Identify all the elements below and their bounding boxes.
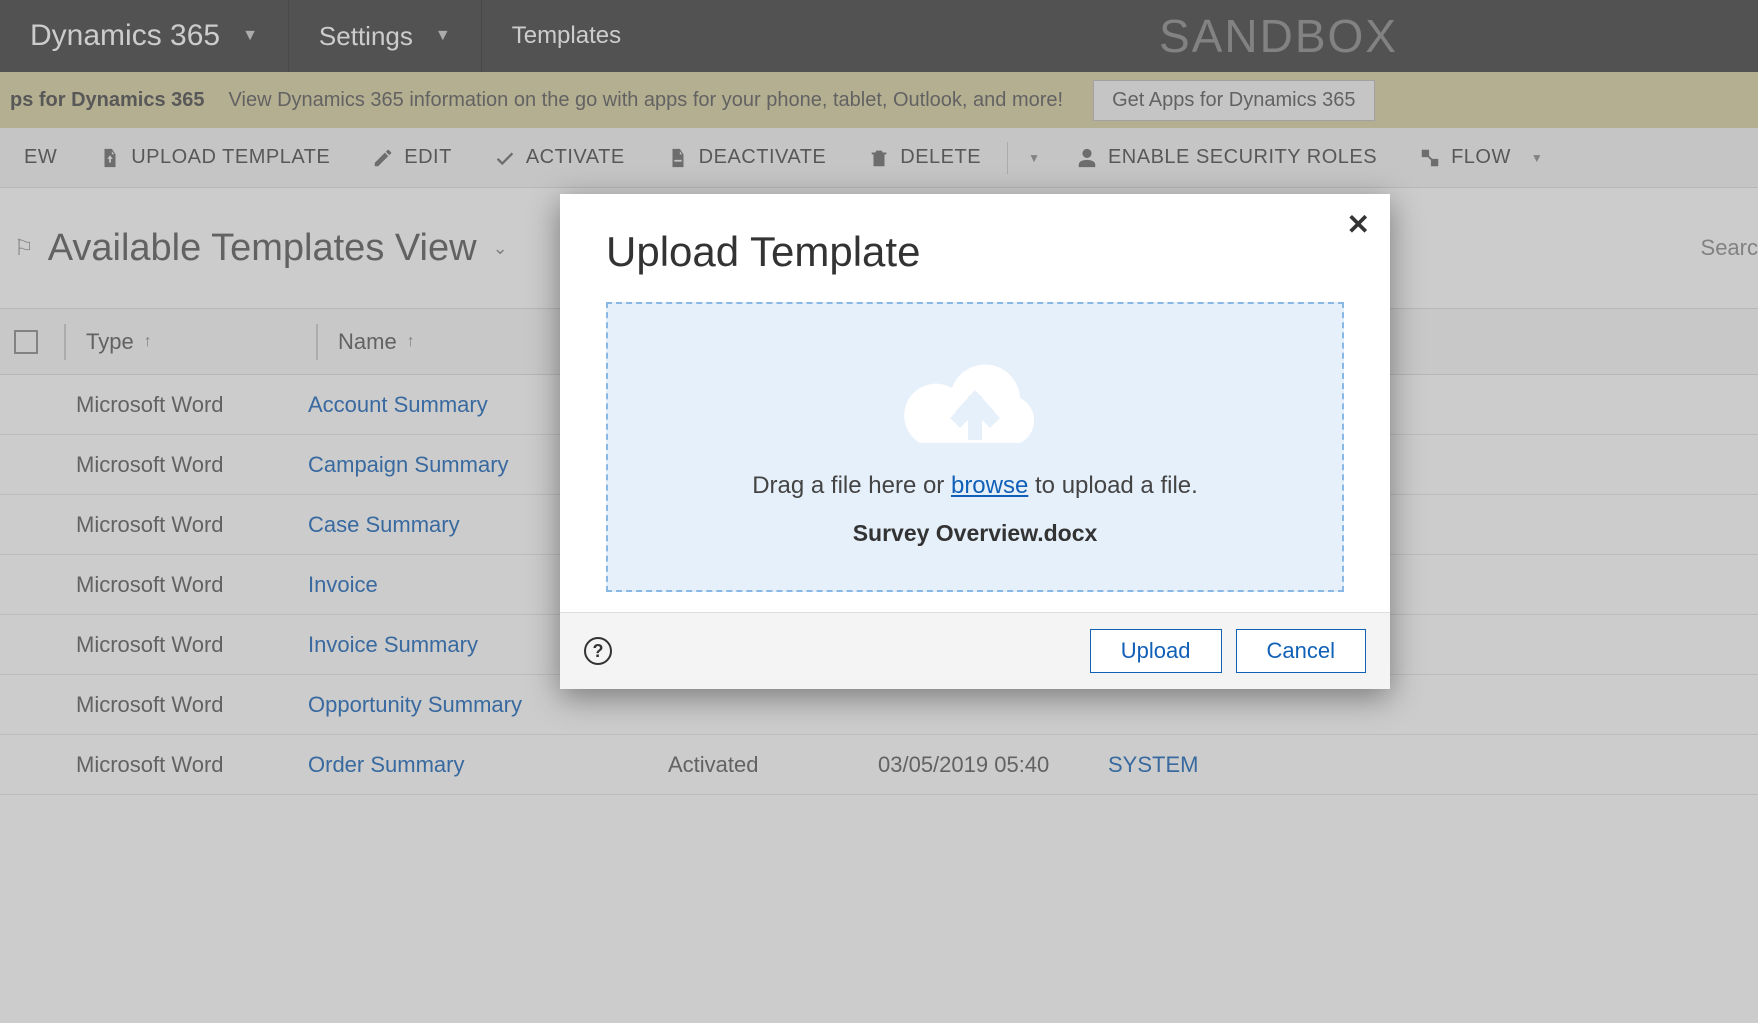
dialog-title: Upload Template [606, 228, 1344, 276]
drop-instruction: Drag a file here or browse to upload a f… [752, 472, 1198, 500]
drop-pre: Drag a file here or [752, 472, 951, 499]
drop-post: to upload a file. [1028, 472, 1197, 499]
file-drop-zone[interactable]: Drag a file here or browse to upload a f… [606, 302, 1344, 592]
help-icon[interactable]: ? [584, 637, 612, 665]
dialog-footer: ? Upload Cancel [560, 612, 1390, 689]
close-icon[interactable]: ✕ [1347, 208, 1370, 241]
cloud-upload-icon [890, 348, 1060, 458]
upload-button[interactable]: Upload [1090, 629, 1222, 673]
cancel-button[interactable]: Cancel [1236, 629, 1366, 673]
browse-link[interactable]: browse [951, 472, 1028, 499]
selected-file-name: Survey Overview.docx [853, 520, 1098, 547]
upload-template-dialog: ✕ Upload Template Drag a file here or br… [560, 194, 1390, 689]
